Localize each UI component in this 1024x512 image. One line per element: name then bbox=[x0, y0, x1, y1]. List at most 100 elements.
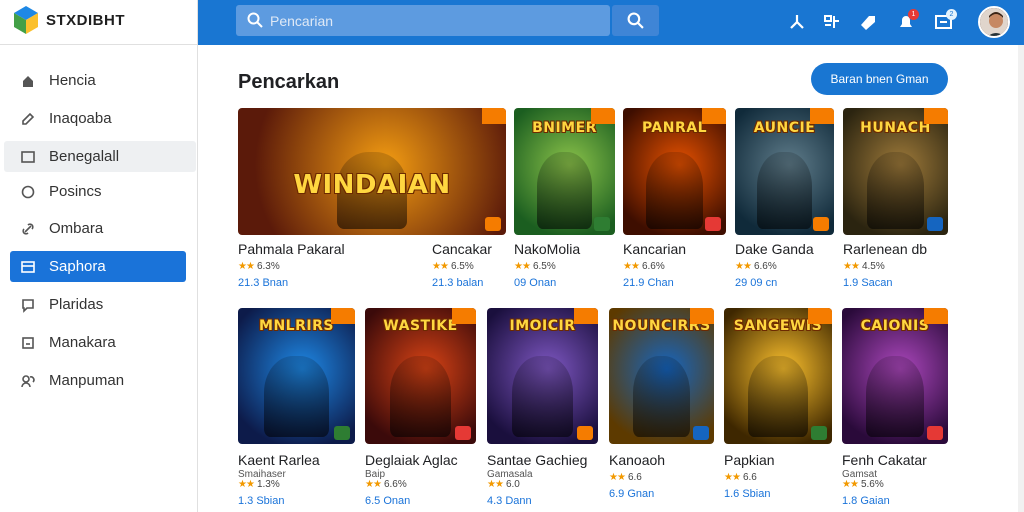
inbox-button[interactable]: 2 bbox=[934, 9, 957, 32]
edit-icon bbox=[22, 112, 35, 125]
game-rating: ★★ 6.6% bbox=[623, 261, 665, 272]
logo-icon bbox=[14, 6, 38, 34]
tag-icon[interactable] bbox=[858, 12, 878, 32]
sidebar-item-label: Posincs bbox=[49, 183, 102, 200]
home-icon bbox=[23, 76, 33, 87]
search-button[interactable] bbox=[612, 5, 659, 36]
platform-icon bbox=[334, 426, 350, 440]
sidebar-item-saphora[interactable]: Saphora bbox=[10, 251, 186, 282]
page-title: Pencarkan bbox=[238, 71, 340, 93]
rating-value: 6.5% bbox=[532, 261, 556, 272]
game-title[interactable]: Pahmala Pakaral bbox=[238, 241, 345, 257]
sidebar-item-benegalall[interactable]: Benegalall bbox=[4, 141, 196, 172]
game-title[interactable]: Papkian bbox=[724, 452, 775, 468]
game-title[interactable]: Rarlenean db bbox=[843, 241, 927, 257]
corner-badge bbox=[810, 108, 834, 124]
corner-badge bbox=[591, 108, 615, 124]
rating-value: 6.6% bbox=[641, 261, 665, 272]
sidebar-item-manpuman[interactable]: Manpuman bbox=[10, 365, 186, 396]
folder-icon bbox=[21, 151, 35, 163]
nodes-icon[interactable] bbox=[787, 12, 807, 32]
game-thumbnail[interactable]: PANRAL bbox=[623, 108, 726, 235]
rating-value: 6.5% bbox=[450, 261, 474, 272]
game-thumbnail[interactable]: WINDAIAN bbox=[238, 108, 506, 235]
chat-icon bbox=[22, 299, 34, 313]
search-icon bbox=[627, 12, 644, 29]
game-thumbnail[interactable]: MNLRIRS bbox=[238, 308, 355, 444]
scrollbar[interactable] bbox=[1018, 45, 1024, 512]
platform-icon bbox=[927, 217, 943, 231]
hero-figure bbox=[866, 152, 925, 229]
hero-figure bbox=[632, 355, 691, 438]
game-logo-text: WINDAIAN bbox=[293, 170, 451, 200]
primary-action-button[interactable]: Baran bnen Gman bbox=[811, 63, 948, 95]
platform-icon bbox=[811, 426, 827, 440]
sidebar-item-plaridas[interactable]: Plaridas bbox=[10, 289, 186, 320]
game-rating: ★★ 1.3% bbox=[238, 479, 280, 490]
square-icon bbox=[22, 337, 34, 349]
game-title[interactable]: Santae Gachieg bbox=[487, 452, 587, 468]
sidebar-item-label: Manakara bbox=[49, 334, 116, 351]
corner-badge bbox=[690, 308, 714, 324]
sidebar-item-hencia[interactable]: Hencia bbox=[10, 65, 186, 96]
star-icon: ★★ bbox=[365, 479, 382, 490]
game-title[interactable]: Kancarian bbox=[623, 241, 686, 257]
game-size: 1.8 Gaian bbox=[842, 495, 890, 507]
rating-value: 6.6 bbox=[627, 472, 642, 483]
users-icon bbox=[21, 375, 35, 388]
platform-icon bbox=[927, 426, 943, 440]
game-title[interactable]: Dake Ganda bbox=[735, 241, 814, 257]
corner-badge bbox=[924, 108, 948, 124]
star-icon: ★★ bbox=[432, 261, 449, 272]
app-name: STXDIBHT bbox=[46, 12, 125, 29]
star-icon: ★★ bbox=[238, 261, 255, 272]
bell-button[interactable]: 1 bbox=[896, 9, 919, 32]
game-rating: ★★ 4.5% bbox=[843, 261, 885, 272]
corner-badge bbox=[702, 108, 726, 124]
sidebar-item-label: Saphora bbox=[49, 258, 106, 275]
sidebar-item-ombara[interactable]: Ombara bbox=[10, 213, 186, 244]
game-thumbnail[interactable]: WASTIKE bbox=[365, 308, 476, 444]
game-thumbnail[interactable]: HUNACH bbox=[843, 108, 948, 235]
sidebar-item-manakara[interactable]: Manakara bbox=[10, 327, 186, 358]
game-size: 1.9 Sacan bbox=[843, 277, 893, 289]
avatar[interactable] bbox=[978, 6, 1010, 38]
game-size: 1.3 Sbian bbox=[238, 495, 285, 507]
game-thumbnail[interactable]: SANGEWIS bbox=[724, 308, 832, 444]
game-thumbnail[interactable]: BNIMER bbox=[514, 108, 615, 235]
game-size: 21.3 balan bbox=[432, 277, 484, 289]
search-input[interactable] bbox=[270, 10, 600, 31]
rating-value: 6.0 bbox=[505, 479, 520, 490]
game-title[interactable]: Kaent Rarlea bbox=[238, 452, 320, 468]
game-thumbnail[interactable]: AUNCIE bbox=[735, 108, 834, 235]
platform-icon bbox=[705, 217, 721, 231]
notification-badge: 1 bbox=[908, 9, 919, 20]
corner-badge bbox=[808, 308, 832, 324]
platform-icon bbox=[594, 217, 610, 231]
corner-badge bbox=[331, 308, 355, 324]
game-thumbnail[interactable]: NOUNCIRRS bbox=[609, 308, 714, 444]
game-title[interactable]: NakoMolia bbox=[514, 241, 580, 257]
star-icon: ★★ bbox=[609, 472, 626, 483]
game-thumbnail[interactable]: IMOICIR bbox=[487, 308, 598, 444]
hero-figure bbox=[646, 152, 703, 229]
search-box[interactable] bbox=[236, 5, 610, 36]
platform-icon bbox=[577, 426, 593, 440]
hero-figure bbox=[389, 355, 452, 438]
game-title[interactable]: Cancakar bbox=[432, 241, 492, 257]
sidebar-item-inaqoaba[interactable]: Inaqoaba bbox=[10, 103, 186, 134]
star-icon: ★★ bbox=[623, 261, 640, 272]
star-icon: ★★ bbox=[724, 472, 741, 483]
sidebar-item-posincs[interactable]: Posincs bbox=[10, 176, 186, 207]
game-thumbnail[interactable]: CAIONIS bbox=[842, 308, 948, 444]
game-title[interactable]: Fenh Cakatar bbox=[842, 452, 927, 468]
grid-icon[interactable] bbox=[822, 12, 842, 32]
game-title[interactable]: Kanoaoh bbox=[609, 452, 665, 468]
corner-badge bbox=[482, 108, 506, 124]
star-icon: ★★ bbox=[487, 479, 504, 490]
star-icon: ★★ bbox=[735, 261, 752, 272]
platform-icon bbox=[813, 217, 829, 231]
game-title[interactable]: Deglaiak Aglac bbox=[365, 452, 458, 468]
brand[interactable]: STXDIBHT bbox=[0, 0, 198, 45]
rating-value: 6.3% bbox=[256, 261, 280, 272]
